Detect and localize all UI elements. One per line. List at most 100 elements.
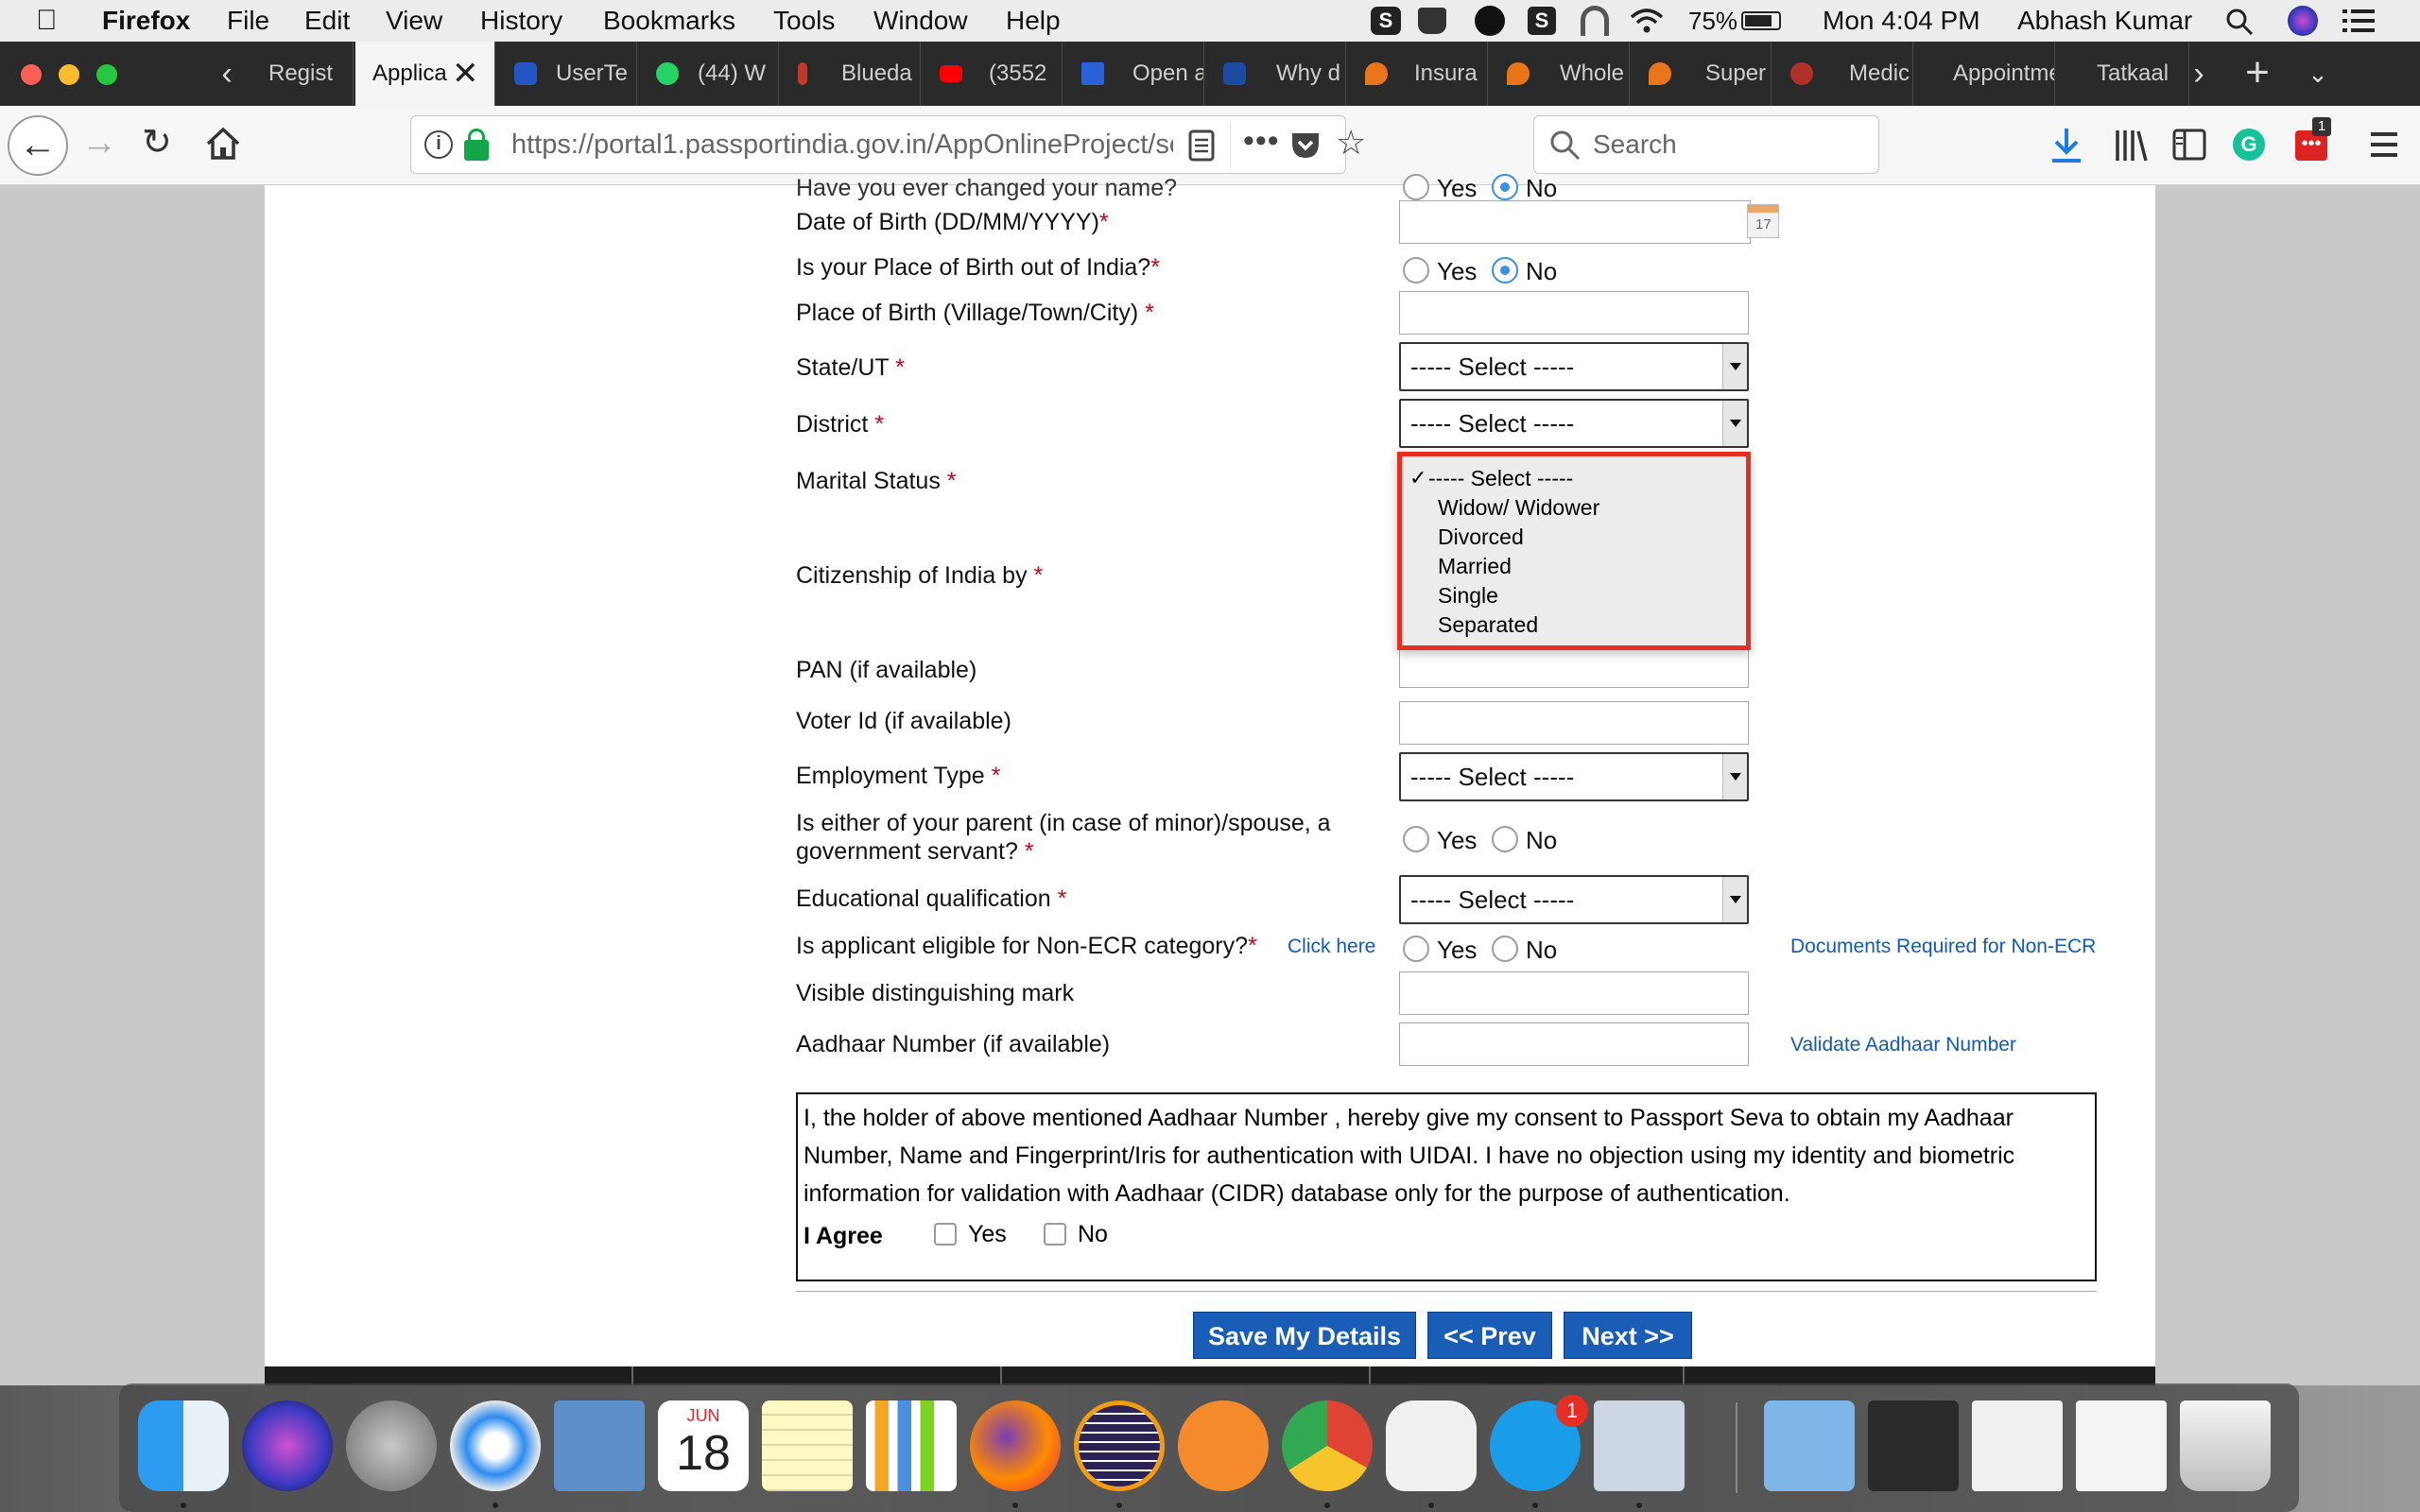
numbers-icon[interactable]: [866, 1400, 957, 1491]
list-all-tabs-icon[interactable]: ⌄: [2293, 49, 2342, 98]
menu-file[interactable]: File: [227, 4, 269, 38]
forward-button[interactable]: →: [81, 123, 117, 163]
dob-input[interactable]: [1399, 200, 1751, 244]
eclipse-icon[interactable]: [1074, 1400, 1165, 1491]
agree-no-checkbox[interactable]: [1044, 1223, 1066, 1246]
tab-why[interactable]: Why d: [1206, 42, 1346, 106]
skype-status-icon[interactable]: S: [1371, 7, 1401, 35]
tab-medical[interactable]: Medic: [1773, 42, 1913, 106]
scroll-tabs-left-icon[interactable]: ‹: [202, 49, 251, 98]
pan-input[interactable]: [1399, 646, 1749, 688]
chrome-icon[interactable]: [1282, 1400, 1373, 1491]
dropdown-option-divorced[interactable]: Divorced: [1438, 524, 1524, 550]
new-tab-icon[interactable]: +: [2233, 49, 2282, 98]
minimize-window-icon[interactable]: [59, 64, 79, 85]
next-button[interactable]: Next >>: [1564, 1312, 1692, 1359]
minimized-window-3[interactable]: [2076, 1400, 2167, 1491]
pob-input[interactable]: [1399, 291, 1749, 335]
apple-icon[interactable]: : [36, 4, 58, 38]
menu-tools[interactable]: Tools: [773, 4, 835, 38]
pob-out-yes-radio[interactable]: [1403, 257, 1429, 284]
siri-dock-icon[interactable]: [242, 1400, 333, 1491]
app-menu-firefox[interactable]: Firefox: [102, 4, 190, 38]
downloads-folder-icon[interactable]: [1764, 1400, 1855, 1491]
menu-window[interactable]: Window: [873, 4, 968, 38]
site-info-icon[interactable]: i: [424, 130, 453, 159]
firefox-icon[interactable]: [970, 1400, 1061, 1491]
user-name[interactable]: Abhash Kumar: [2017, 4, 2192, 38]
tab-appointment[interactable]: Appointme: [1915, 42, 2055, 106]
cyberduck-icon[interactable]: [1386, 1400, 1477, 1491]
mail-icon[interactable]: [554, 1400, 645, 1491]
dropdown-option-married[interactable]: Married: [1438, 554, 1512, 579]
menu-bookmarks[interactable]: Bookmarks: [603, 4, 735, 38]
search-bar[interactable]: Search: [1533, 115, 1879, 174]
notification-center-icon[interactable]: [2342, 8, 2375, 34]
siri-icon[interactable]: [2288, 6, 2318, 36]
marital-status-dropdown[interactable]: ✓ ----- Select ----- Widow/ Widower Divo…: [1397, 452, 1751, 650]
library-icon[interactable]: [2114, 129, 2150, 163]
prev-button[interactable]: << Prev: [1427, 1312, 1552, 1359]
s-square-status-icon[interactable]: S: [1528, 7, 1556, 35]
notes-icon[interactable]: [762, 1400, 853, 1491]
non-ecr-click-here-link[interactable]: Click here: [1288, 936, 1375, 958]
dropdown-option-single[interactable]: Single: [1438, 583, 1498, 609]
battery-icon[interactable]: [1741, 11, 1781, 30]
calendar-icon[interactable]: JUN 18: [658, 1400, 749, 1491]
non-ecr-no-radio[interactable]: [1492, 936, 1518, 962]
spotlight-search-icon[interactable]: [2225, 8, 2254, 36]
aadhaar-input[interactable]: [1399, 1022, 1749, 1066]
employment-type-select[interactable]: ----- Select -----: [1399, 752, 1749, 801]
tab-application[interactable]: Applica ✕: [355, 42, 495, 106]
govt-servant-no-radio[interactable]: [1492, 826, 1518, 852]
preview-icon[interactable]: [1594, 1400, 1685, 1491]
arch-status-icon[interactable]: [1581, 6, 1609, 36]
tab-super[interactable]: Super: [1632, 42, 1772, 106]
reader-view-icon[interactable]: [1188, 129, 1215, 162]
tab-open[interactable]: Open a: [1064, 42, 1204, 106]
url-bar[interactable]: i https://portal1.passportindia.gov.in/A…: [410, 115, 1366, 174]
grammarly-icon[interactable]: G: [2233, 129, 2265, 161]
menu-edit[interactable]: Edit: [304, 4, 350, 38]
minimized-window-1[interactable]: [1868, 1400, 1959, 1491]
url-text[interactable]: https://portal1.passportindia.gov.in/App…: [511, 116, 1173, 173]
education-select[interactable]: ----- Select -----: [1399, 875, 1749, 924]
cup-status-icon[interactable]: [1418, 8, 1446, 34]
secure-lock-icon[interactable]: [464, 129, 489, 161]
menu-history[interactable]: History: [480, 4, 562, 38]
tab-insurance[interactable]: Insura: [1348, 42, 1488, 106]
changed-name-yes-radio[interactable]: [1403, 174, 1429, 200]
open-menu-icon[interactable]: [2369, 130, 2399, 159]
district-select[interactable]: ----- Select -----: [1399, 399, 1749, 448]
scroll-tabs-right-icon[interactable]: ›: [2180, 49, 2218, 98]
home-button[interactable]: [204, 125, 242, 163]
changed-name-no-radio[interactable]: [1492, 174, 1518, 200]
postman-icon[interactable]: [1178, 1400, 1269, 1491]
dropdown-option-separated[interactable]: Separated: [1438, 612, 1538, 638]
bookmark-star-icon[interactable]: ☆: [1336, 114, 1366, 171]
menu-view[interactable]: View: [386, 4, 442, 38]
non-ecr-yes-radio[interactable]: [1403, 936, 1429, 962]
minimized-window-2[interactable]: [1972, 1400, 2063, 1491]
save-my-details-button[interactable]: Save My Details: [1193, 1312, 1416, 1359]
reload-button[interactable]: ↻: [142, 121, 172, 163]
pob-out-no-radio[interactable]: [1492, 257, 1518, 284]
tab-whatsapp[interactable]: (44) W: [639, 42, 779, 106]
state-select[interactable]: ----- Select -----: [1399, 342, 1749, 391]
voter-id-input[interactable]: [1399, 701, 1749, 745]
validate-aadhaar-link[interactable]: Validate Aadhaar Number: [1790, 1034, 2016, 1057]
close-tab-icon[interactable]: ✕: [452, 42, 479, 106]
tab-bluedart[interactable]: Bluedа: [781, 42, 921, 106]
tab-whole[interactable]: Whole: [1490, 42, 1630, 106]
menu-help[interactable]: Help: [1006, 4, 1061, 38]
wifi-icon[interactable]: [1628, 6, 1666, 36]
govt-servant-yes-radio[interactable]: [1403, 826, 1429, 852]
close-window-icon[interactable]: [21, 64, 42, 85]
green-status-icon[interactable]: [1475, 6, 1505, 36]
dropdown-option-widow[interactable]: Widow/ Widower: [1438, 495, 1599, 521]
tab-usertesting[interactable]: UserTe: [497, 42, 637, 106]
documents-non-ecr-link[interactable]: Documents Required for Non-ECR: [1790, 936, 2096, 958]
calendar-picker-icon[interactable]: 17: [1747, 204, 1779, 238]
tab-tatkaal[interactable]: Tatkaal: [2057, 42, 2189, 106]
back-button[interactable]: ←: [8, 115, 68, 176]
